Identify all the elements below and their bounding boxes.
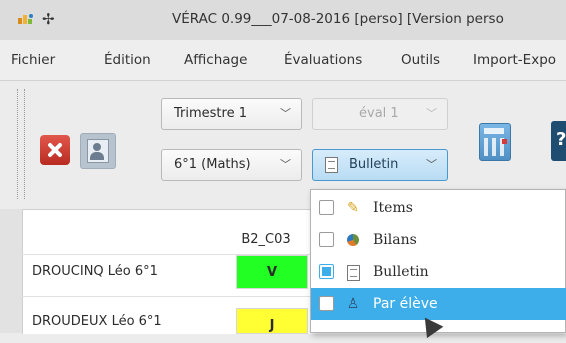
menu-item-par-eleve[interactable]: ♙ Par élève xyxy=(311,288,566,320)
view-select-value: Bulletin xyxy=(349,157,399,172)
eval-select-value: éval 1 xyxy=(359,106,399,121)
chevron-down-icon: ﹀ xyxy=(426,107,437,120)
student-profile-icon[interactable] xyxy=(80,133,116,169)
row-divider xyxy=(22,296,312,297)
pin-icon[interactable]: ✢ xyxy=(42,10,55,28)
column-header: B2_C03 xyxy=(241,232,291,247)
checkbox-checked[interactable] xyxy=(319,264,334,279)
menu-import-export[interactable]: Import-Expo xyxy=(473,52,556,68)
help-icon[interactable]: ? xyxy=(551,121,566,161)
menu-item-label: Par élève xyxy=(373,296,438,312)
eval-select[interactable]: éval 1 ﹀ xyxy=(312,98,448,130)
menu-item-label: Items xyxy=(373,200,413,216)
checkbox[interactable] xyxy=(319,200,334,215)
pie-chart-icon xyxy=(347,234,359,246)
menu-edition[interactable]: Édition xyxy=(104,52,151,68)
checkbox[interactable] xyxy=(319,232,334,247)
menu-affichage[interactable]: Affichage xyxy=(184,52,247,68)
view-select[interactable]: Bulletin ﹀ xyxy=(312,149,448,181)
menu-item-bilans[interactable]: Bilans xyxy=(311,224,566,256)
toolbar-handle[interactable] xyxy=(17,89,25,199)
document-icon xyxy=(325,157,338,173)
period-select-value: Trimestre 1 xyxy=(174,106,247,121)
menu-item-items[interactable]: ✎ Items xyxy=(311,192,566,224)
class-select-value: 6°1 (Maths) xyxy=(174,157,251,172)
document-icon xyxy=(347,265,360,281)
class-select[interactable]: 6°1 (Maths) ﹀ xyxy=(161,149,302,181)
app-icon[interactable] xyxy=(16,12,36,28)
checkbox[interactable] xyxy=(319,296,334,311)
chevron-down-icon: ﹀ xyxy=(280,158,291,171)
menu-outils[interactable]: Outils xyxy=(401,52,440,68)
menu-evaluations[interactable]: Évaluations xyxy=(284,52,362,68)
student-name[interactable]: DROUDEUX Léo 6°1 xyxy=(32,314,162,329)
window-title: VÉRAC 0.99___07-08-2016 [perso] [Version… xyxy=(172,11,504,27)
menu-item-label: Bilans xyxy=(373,232,417,248)
student-name[interactable]: DROUCINQ Léo 6°1 xyxy=(32,264,158,279)
menu-fichier[interactable]: Fichier xyxy=(11,52,55,68)
title-bar: ✢ VÉRAC 0.99___07-08-2016 [perso] [Versi… xyxy=(0,0,566,41)
period-select[interactable]: Trimestre 1 ﹀ xyxy=(161,98,302,130)
menu-item-label: Bulletin xyxy=(373,264,429,280)
chevron-down-icon: ﹀ xyxy=(426,158,437,171)
menu-item-bulletin[interactable]: Bulletin xyxy=(311,256,566,288)
person-icon: ♙ xyxy=(346,296,360,312)
close-icon[interactable] xyxy=(40,135,70,165)
grade-cell[interactable]: J xyxy=(236,308,308,334)
pencil-icon: ✎ xyxy=(347,200,359,216)
calculator-icon[interactable] xyxy=(479,123,511,161)
chevron-down-icon: ﹀ xyxy=(280,107,291,120)
menu-bar: Fichier Édition Affichage Évaluations Ou… xyxy=(0,40,566,81)
grade-cell[interactable]: V xyxy=(236,255,308,289)
view-dropdown-menu: ✎ Items Bilans Bulletin ♙ Par élève xyxy=(310,189,566,333)
